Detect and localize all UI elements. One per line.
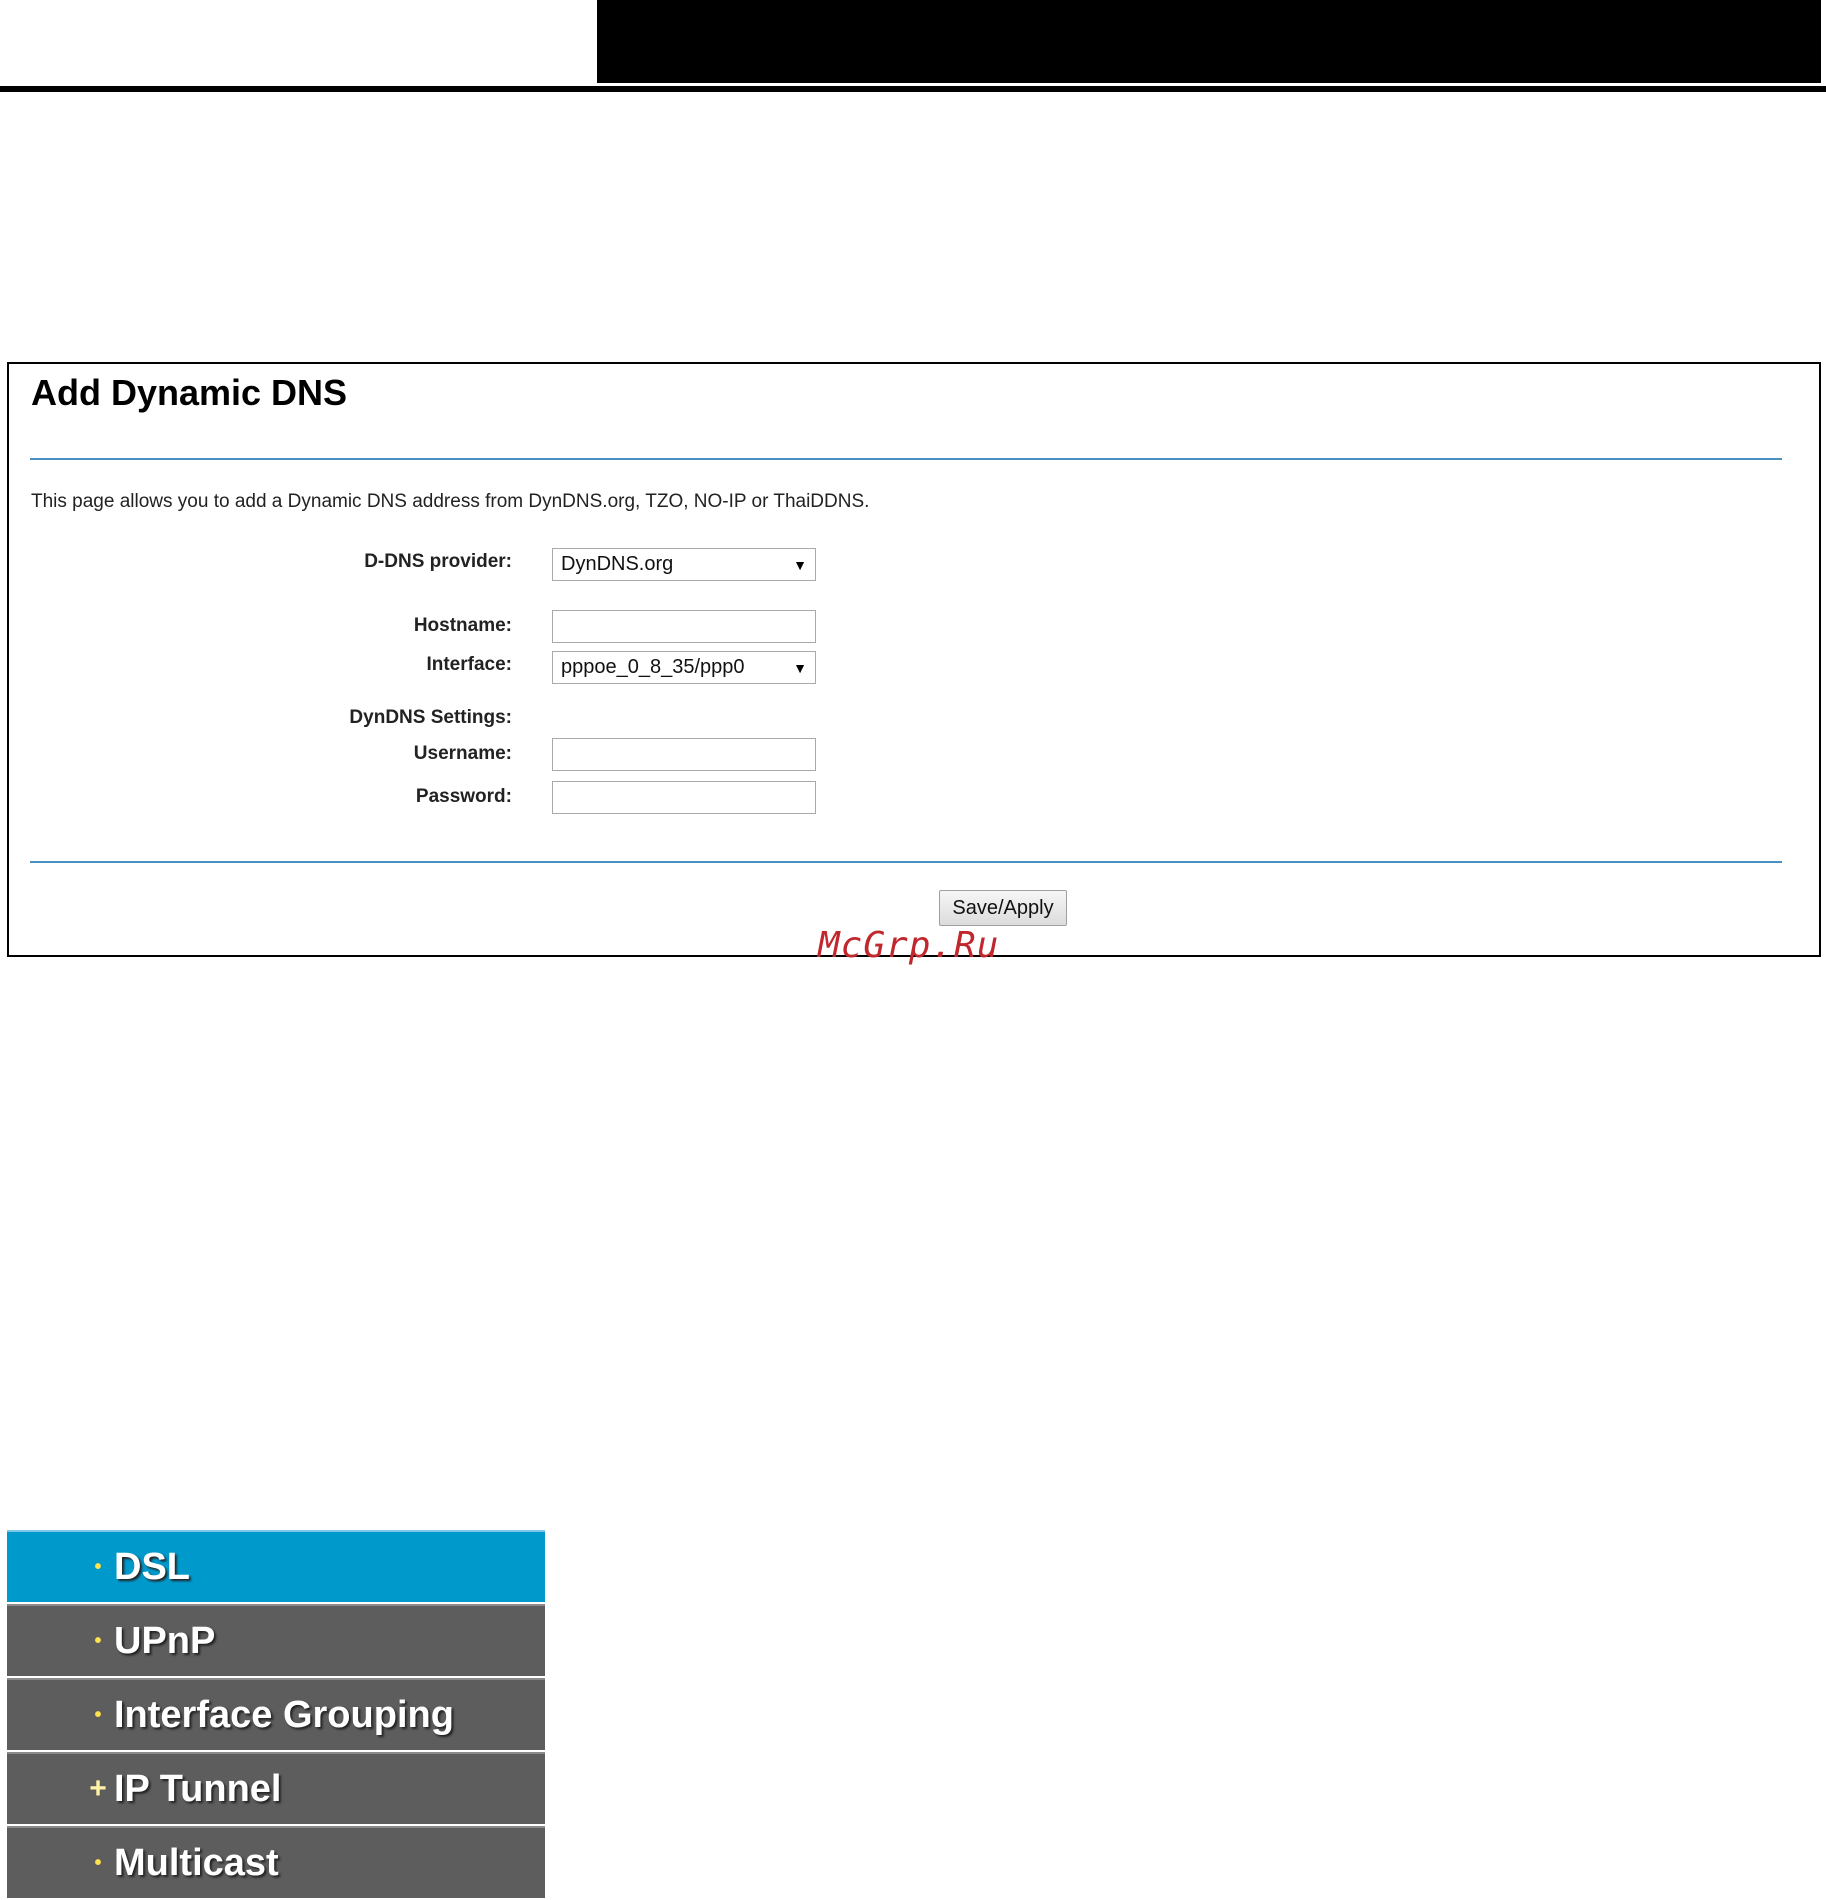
username-input[interactable] bbox=[552, 738, 816, 771]
interface-selected-value: pppoe_0_8_35/ppp0 bbox=[561, 656, 745, 678]
expand-plus-icon: + bbox=[89, 1772, 107, 1805]
menu-item-dsl[interactable]: • DSL bbox=[7, 1530, 545, 1602]
menu-item-interface-grouping[interactable]: • Interface Grouping bbox=[7, 1678, 545, 1750]
header-black-bar bbox=[597, 0, 1821, 83]
save-apply-button[interactable]: Save/Apply bbox=[939, 890, 1067, 926]
menu-item-upnp[interactable]: • UPnP bbox=[7, 1604, 545, 1676]
menu-item-label: Multicast bbox=[114, 1841, 279, 1884]
bullet-icon: • bbox=[94, 1629, 102, 1652]
username-label: Username: bbox=[413, 743, 512, 764]
footer-divider bbox=[30, 861, 1782, 863]
hostname-label: Hostname: bbox=[413, 615, 512, 636]
bullet-icon: • bbox=[94, 1555, 102, 1578]
bullet-icon: • bbox=[94, 1851, 102, 1874]
bullet-icon: • bbox=[94, 1703, 102, 1726]
add-dynamic-dns-panel: Add Dynamic DNS This page allows you to … bbox=[7, 362, 1821, 957]
interface-select[interactable]: pppoe_0_8_35/ppp0 ▼ bbox=[552, 651, 816, 684]
hostname-input[interactable] bbox=[552, 610, 816, 643]
interface-label: Interface: bbox=[426, 654, 512, 675]
page-title: Add Dynamic DNS bbox=[31, 372, 348, 413]
menu-item-label: Interface Grouping bbox=[114, 1693, 454, 1736]
header-rule bbox=[0, 86, 1826, 92]
provider-label: D-DNS provider: bbox=[364, 551, 512, 572]
title-divider bbox=[30, 458, 1782, 460]
menu-item-label: DSL bbox=[114, 1545, 190, 1588]
provider-select[interactable]: DynDNS.org ▼ bbox=[552, 548, 816, 581]
dropdown-arrow-icon: ▼ bbox=[793, 556, 807, 573]
menu-item-multicast[interactable]: • Multicast bbox=[7, 1826, 545, 1898]
menu-item-label: UPnP bbox=[114, 1619, 216, 1662]
page-description: This page allows you to add a Dynamic DN… bbox=[31, 491, 870, 512]
dyndns-settings-label: DynDNS Settings: bbox=[349, 707, 512, 728]
menu-item-label: IP Tunnel bbox=[114, 1767, 282, 1810]
dropdown-arrow-icon: ▼ bbox=[793, 659, 807, 676]
provider-selected-value: DynDNS.org bbox=[561, 553, 674, 575]
password-label: Password: bbox=[415, 786, 512, 807]
menu-item-ip-tunnel[interactable]: + IP Tunnel bbox=[7, 1752, 545, 1824]
watermark: McGrp.Ru bbox=[818, 925, 1000, 966]
side-menu: • DSL • UPnP • Interface Grouping + IP T… bbox=[7, 1530, 545, 1900]
password-input[interactable] bbox=[552, 781, 816, 814]
